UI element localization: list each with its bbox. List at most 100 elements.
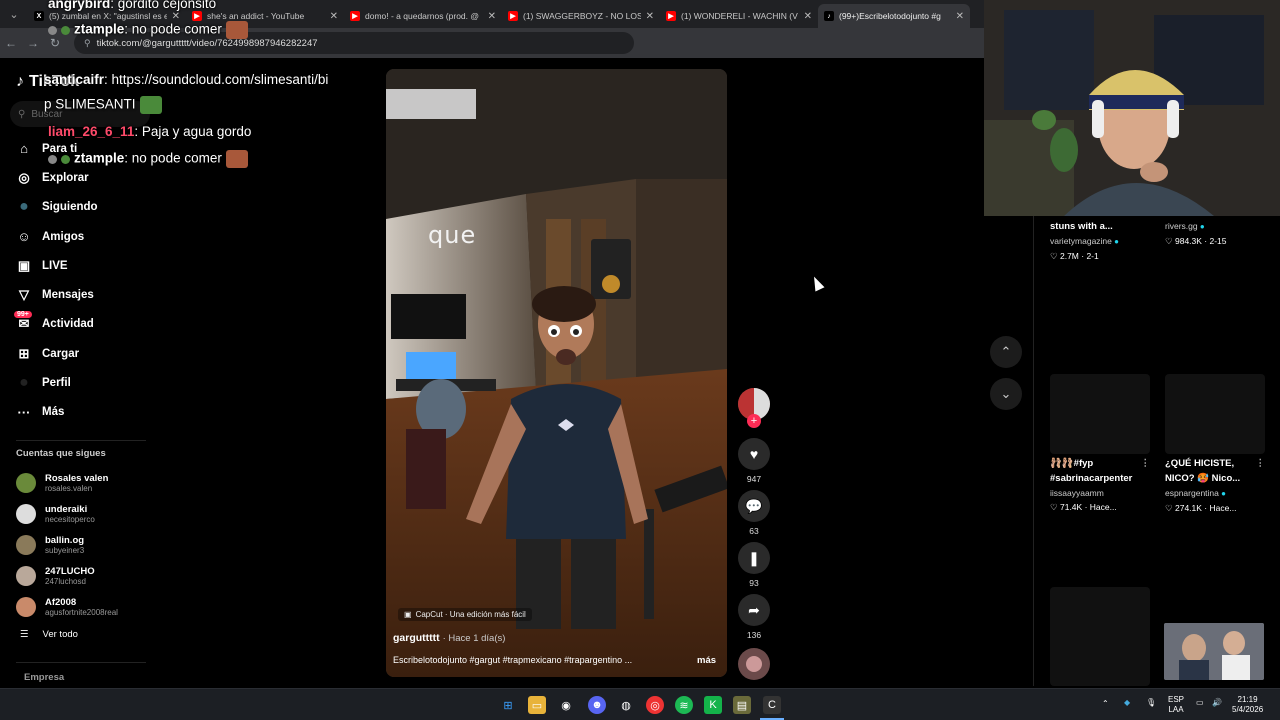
card-author[interactable]: espnargentina ● bbox=[1165, 486, 1265, 501]
site-info-icon[interactable]: ⚲ bbox=[84, 38, 91, 49]
chat-text: https://soundcloud.com/slimesanti/bi bbox=[111, 72, 329, 87]
tray-chevron-up-icon[interactable]: ⌃ bbox=[1102, 699, 1109, 709]
microphone-icon[interactable]: 🎙 bbox=[1146, 698, 1156, 708]
tab-title: (5) zumbal en X: "agustinsl es e bbox=[49, 11, 167, 21]
video-player[interactable]: que ▣ CapCut · Una edición más fácil gar… bbox=[386, 69, 727, 677]
browser-tab[interactable]: ♪ (99+)Escribelotodojunto #g ✕ bbox=[818, 4, 970, 28]
browser-tab[interactable]: ▶ (1) SWAGGERBOYZ - NO LOS N ✕ bbox=[502, 4, 660, 28]
chrome-icon[interactable]: ◎ bbox=[646, 696, 664, 714]
video-author[interactable]: garguttttt · Hace 1 día(s) bbox=[393, 632, 505, 644]
like-count: 947 bbox=[746, 474, 762, 484]
video-thumbnail[interactable] bbox=[1050, 587, 1150, 686]
chat-separator: : bbox=[104, 72, 112, 87]
tab-close-icon[interactable]: ✕ bbox=[804, 11, 812, 22]
following-item[interactable]: ballin.og subyeiner3 bbox=[16, 529, 156, 560]
card-meta: ♡ 71.4K · Hace... bbox=[1050, 500, 1150, 514]
following-name: ballin.og bbox=[45, 534, 85, 546]
following-item[interactable]: 247LUCHO 247luchosd bbox=[16, 560, 156, 591]
more-icon: ··· bbox=[17, 404, 31, 420]
like-heart-icon[interactable]: ♥ bbox=[738, 438, 770, 470]
network-icon[interactable]: ▭ bbox=[1196, 698, 1204, 708]
avatar bbox=[16, 472, 36, 493]
home-icon: ⌂ bbox=[20, 141, 28, 157]
follow-plus-icon[interactable]: + bbox=[747, 414, 761, 428]
footer-empresa[interactable]: Empresa bbox=[24, 672, 64, 683]
card-author-name: varietymagazine bbox=[1050, 236, 1112, 246]
sidebar-item-live[interactable]: ▣ LIVE bbox=[16, 251, 166, 280]
more-button[interactable]: más bbox=[697, 655, 716, 666]
see-all-button[interactable]: ☰ Ver todo bbox=[20, 629, 78, 640]
back-icon[interactable]: ← bbox=[0, 36, 22, 50]
obs-icon[interactable]: ◍ bbox=[617, 696, 635, 714]
file-explorer-icon[interactable]: ▭ bbox=[528, 696, 546, 714]
bookmark-icon[interactable]: ❚ bbox=[738, 542, 770, 574]
spotify-icon[interactable]: ≋ bbox=[675, 696, 693, 714]
steam-icon[interactable]: ◉ bbox=[557, 696, 575, 714]
capcut-badge[interactable]: ▣ CapCut · Una edición más fácil bbox=[398, 608, 532, 621]
sidebar-item-label: LIVE bbox=[42, 259, 68, 272]
sidebar-item-siguiendo[interactable]: ● Siguiendo bbox=[16, 193, 166, 222]
card-date: Hace... bbox=[1089, 502, 1117, 512]
sidebar-item-actividad[interactable]: ✉ 99+ Actividad bbox=[14, 310, 166, 339]
tab-close-icon[interactable]: ✕ bbox=[330, 11, 338, 22]
tray-app-icon[interactable]: ◆ bbox=[1124, 698, 1130, 708]
sidebar-item-perfil[interactable]: ● Perfil bbox=[16, 368, 166, 397]
tab-favicon-icon: ▶ bbox=[508, 11, 518, 21]
mouse-cursor-icon bbox=[809, 274, 825, 292]
following-text: Af2008 agusfortnite2008real bbox=[45, 597, 118, 617]
card-author[interactable]: varietymagazine ● bbox=[1050, 234, 1150, 249]
following-handle: rosales.valen bbox=[45, 483, 93, 493]
following-text: underaiki necesitoperco bbox=[45, 504, 95, 524]
kebab-menu-icon[interactable]: ⋮ bbox=[1141, 456, 1151, 471]
recommendation-card[interactable]: ¿QUÉ HICISTE, NICO? 🥵 Nico... ⋮ espnargent… bbox=[1165, 374, 1265, 515]
browser-tab[interactable]: ▶ domo! - a quedarnos (prod. @ ✕ bbox=[344, 4, 502, 28]
card-author-name: espnargentina bbox=[1165, 488, 1219, 498]
sidebar-item-mensajes[interactable]: ▽ Mensajes bbox=[16, 280, 166, 309]
chat-message: santicaifr: https://soundcloud.com/slime… bbox=[44, 72, 328, 88]
tab-title: (1) SWAGGERBOYZ - NO LOS N bbox=[523, 11, 641, 21]
sidebar-item-m-s[interactable]: ··· Más bbox=[16, 398, 166, 427]
next-video-chevron-down-icon[interactable]: ⌄ bbox=[990, 378, 1022, 410]
webcam-image bbox=[984, 0, 1280, 216]
card-author[interactable]: iissaayyaamm bbox=[1050, 486, 1150, 500]
forward-icon[interactable]: → bbox=[22, 36, 44, 50]
notification-badge: 99+ bbox=[14, 310, 32, 318]
kebab-menu-icon[interactable]: ⋮ bbox=[1256, 456, 1266, 471]
comment-count: 63 bbox=[749, 526, 759, 536]
previous-video-chevron-up-icon[interactable]: ⌃ bbox=[990, 336, 1022, 368]
recommendation-card[interactable]: 🩰🩰#fyp #sabrinacarpenter ⋮ iissaayyaamm ♡ 7… bbox=[1050, 374, 1150, 514]
tab-search-chevron-icon[interactable]: ⌄ bbox=[0, 0, 28, 28]
sound-disc-avatar[interactable] bbox=[738, 648, 770, 680]
clock[interactable]: 21:19 5/4/2026 bbox=[1232, 695, 1263, 715]
tab-close-icon[interactable]: ✕ bbox=[956, 11, 964, 22]
language-indicator[interactable]: ESP LAA bbox=[1168, 695, 1184, 715]
tab-close-icon[interactable]: ✕ bbox=[646, 11, 654, 22]
share-icon[interactable]: ➦ bbox=[738, 594, 770, 626]
tab-close-icon[interactable]: ✕ bbox=[172, 11, 180, 22]
following-item[interactable]: underaiki necesitoperco bbox=[16, 498, 156, 529]
following-item[interactable]: Af2008 agusfortnite2008real bbox=[16, 591, 156, 622]
chat-badge-icon bbox=[48, 154, 57, 164]
verified-badge-icon: ● bbox=[1197, 222, 1205, 231]
comment-icon[interactable]: 💬 bbox=[738, 490, 770, 522]
following-item[interactable]: Rosales valen rosales.valen bbox=[16, 467, 156, 498]
following-handle: 247luchosd bbox=[45, 576, 86, 586]
volume-icon[interactable]: 🔊 bbox=[1212, 698, 1222, 708]
verified-badge-icon: ● bbox=[1111, 237, 1119, 246]
activity-icon: ✉ bbox=[18, 316, 30, 332]
card-author[interactable]: rivers.gg ● bbox=[1165, 219, 1265, 234]
tab-close-icon[interactable]: ✕ bbox=[488, 11, 496, 22]
kick-icon[interactable]: K bbox=[704, 696, 722, 714]
sidebar-item-cargar[interactable]: ⊞ Cargar bbox=[16, 339, 166, 368]
streamer-webcam bbox=[984, 0, 1280, 216]
chat-separator: : bbox=[124, 150, 132, 166]
capcut-app-icon[interactable]: C bbox=[763, 696, 781, 714]
discord-icon[interactable]: ☻ bbox=[588, 696, 606, 714]
windows-start-icon[interactable]: ⊞ bbox=[499, 696, 517, 714]
app-icon[interactable]: ▤ bbox=[733, 696, 751, 714]
browser-tab[interactable]: ▶ (1) WONDERELI - WACHIN (V ✕ bbox=[660, 4, 818, 28]
sidebar-item-amigos[interactable]: ☺ Amigos bbox=[16, 222, 166, 251]
video-thumbnail[interactable] bbox=[1050, 374, 1150, 454]
video-thumbnail[interactable] bbox=[1165, 374, 1265, 454]
capcut-label: CapCut · Una edición más fácil bbox=[415, 610, 526, 619]
